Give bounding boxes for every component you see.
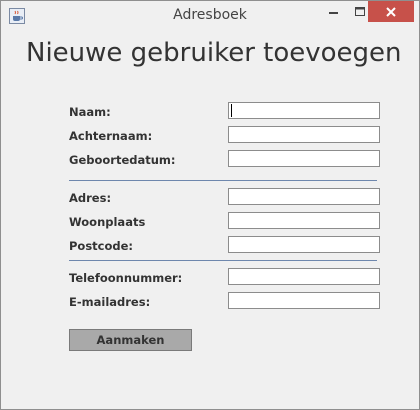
form-panel: Nieuwe gebruiker toevoegen Naam: Achtern…	[9, 32, 411, 401]
close-button[interactable]	[368, 1, 414, 22]
page-title: Nieuwe gebruiker toevoegen	[26, 38, 402, 68]
minimize-icon	[329, 11, 338, 14]
woonplaats-label: Woonplaats	[69, 215, 146, 229]
geboortedatum-label: Geboortedatum:	[69, 153, 176, 167]
naam-field[interactable]	[228, 102, 380, 119]
geboortedatum-field[interactable]	[228, 150, 380, 167]
separator	[69, 180, 377, 181]
text-caret	[231, 104, 232, 117]
telefoonnummer-field[interactable]	[228, 268, 380, 285]
emailadres-label: E-mailadres:	[69, 295, 151, 309]
naam-label: Naam:	[69, 105, 111, 119]
aanmaken-button[interactable]: Aanmaken	[69, 329, 192, 351]
postcode-label: Postcode:	[69, 239, 134, 253]
maximize-icon	[355, 6, 365, 16]
postcode-field[interactable]	[228, 236, 380, 253]
minimize-button[interactable]	[321, 1, 347, 22]
separator	[69, 260, 377, 261]
adres-label: Adres:	[69, 191, 112, 205]
adres-field[interactable]	[228, 188, 380, 205]
achternaam-label: Achternaam:	[69, 129, 153, 143]
telefoonnummer-label: Telefoonnummer:	[69, 271, 183, 285]
title-bar[interactable]: Adresboek	[1, 1, 419, 31]
emailadres-field[interactable]	[228, 292, 380, 309]
app-window: Adresboek Nieuwe gebruiker toevoegen Naa…	[0, 0, 420, 410]
close-icon	[386, 6, 396, 17]
woonplaats-field[interactable]	[228, 212, 380, 229]
achternaam-field[interactable]	[228, 126, 380, 143]
